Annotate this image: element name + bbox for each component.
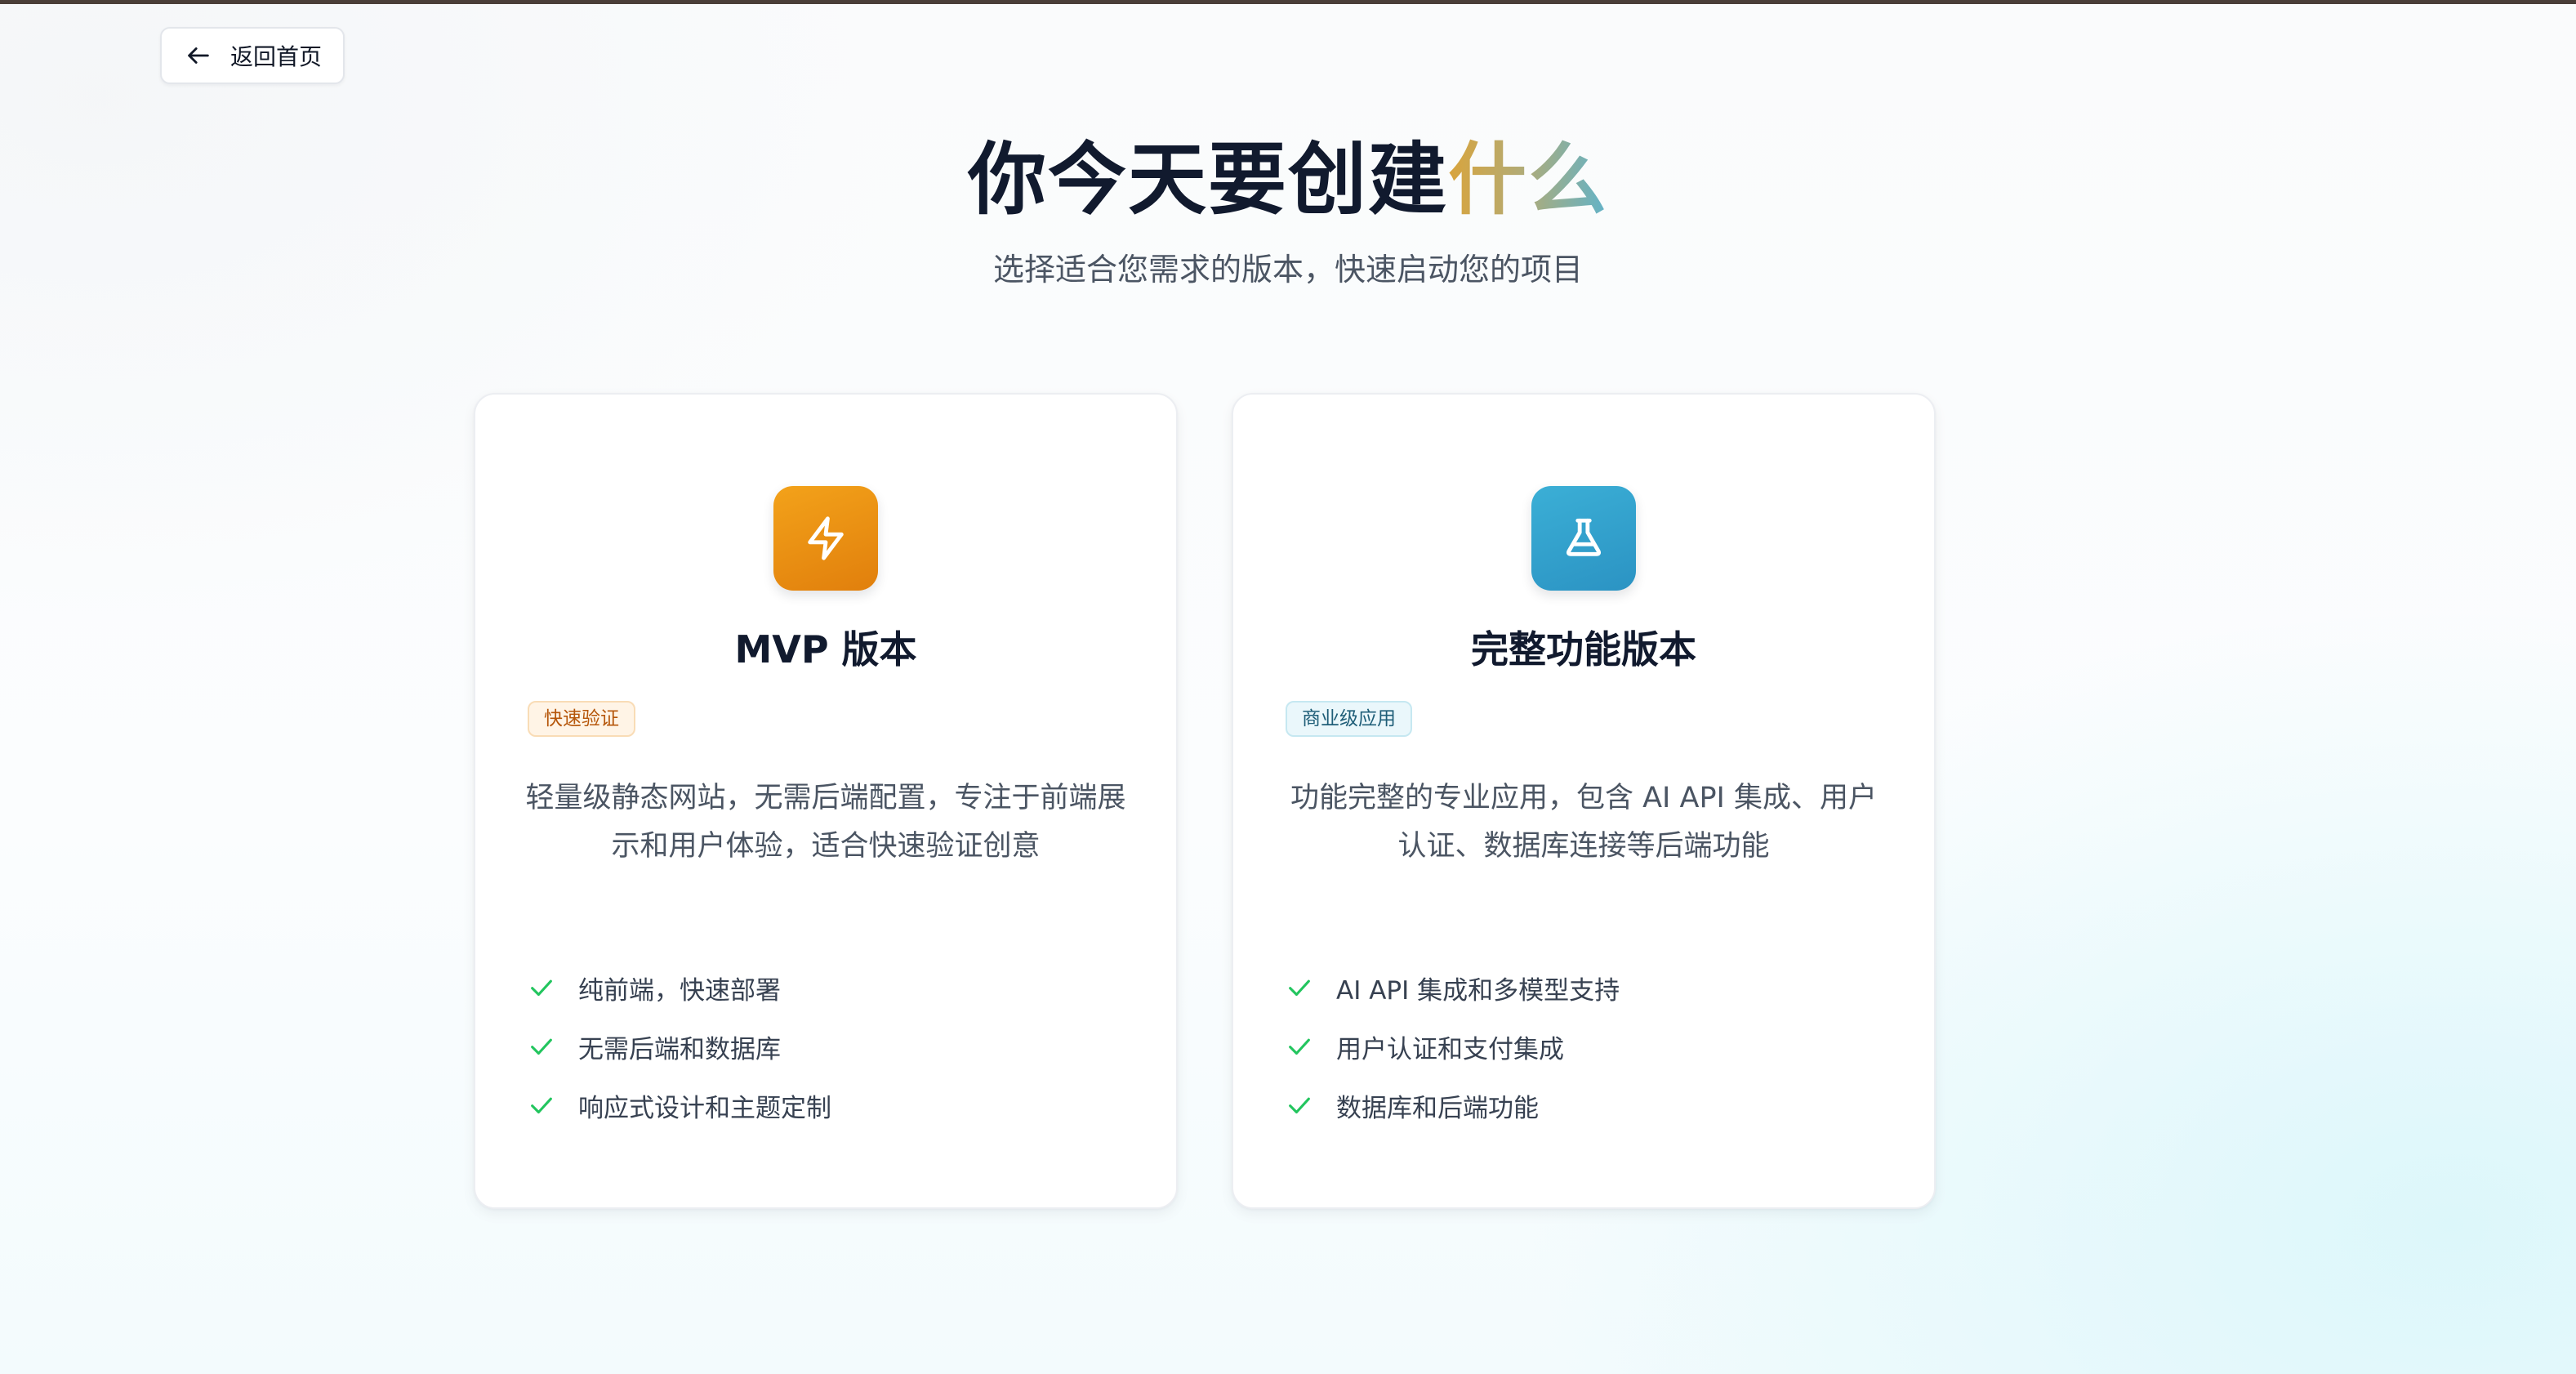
page-subtitle: 选择适合您需求的版本，快速启动您的项目 [992, 252, 1583, 288]
feature-item: 无需后端和数据库 [528, 1017, 1143, 1076]
back-to-home-button[interactable]: 返回首页 [160, 27, 345, 84]
feature-item: 数据库和后端功能 [1286, 1076, 1901, 1135]
check-icon [1289, 979, 1310, 997]
plan-badge: 商业级应用 [1286, 701, 1412, 737]
check-icon [531, 1038, 552, 1055]
feature-label: 响应式设计和主题定制 [578, 1093, 831, 1123]
lightning-bolt-icon [808, 516, 844, 560]
check-icon [1289, 1097, 1310, 1114]
arrow-left-icon [188, 47, 209, 64]
plan-icon-full [1531, 486, 1636, 591]
feature-label: 数据库和后端功能 [1336, 1093, 1539, 1123]
flask-icon [1566, 518, 1602, 556]
feature-item: 响应式设计和主题定制 [528, 1076, 1143, 1135]
feature-list: AI API 集成和多模型支持 用户认证和支付集成 数据库和后端功能 [1286, 958, 1901, 1135]
page-title-accent: 什么 [1448, 134, 1608, 225]
feature-item: AI API 集成和多模型支持 [1286, 958, 1901, 1017]
feature-item: 纯前端，快速部署 [528, 958, 1143, 1017]
page-title: 你今天要创建什么 [0, 123, 2576, 237]
plan-description: 轻量级静态网站，无需后端配置，专注于前端展示和用户体验，适合快速验证创意 [525, 782, 1126, 863]
check-icon [531, 979, 552, 997]
plan-card-full[interactable]: 完整功能版本 商业级应用 功能完整的专业应用，包含 AI API 集成、用户认证… [1232, 393, 1936, 1209]
check-icon [1289, 1038, 1310, 1055]
feature-label: AI API 集成和多模型支持 [1336, 975, 1620, 1006]
feature-list: 纯前端，快速部署 无需后端和数据库 响应式设计和主题定制 [528, 958, 1143, 1135]
plan-icon-mvp [773, 486, 878, 591]
feature-label: 用户认证和支付集成 [1336, 1034, 1564, 1064]
feature-label: 纯前端，快速部署 [578, 975, 781, 1006]
plan-description: 功能完整的专业应用，包含 AI API 集成、用户认证、数据库连接等后端功能 [1290, 782, 1877, 863]
plan-title: MVP 版本 [734, 627, 917, 671]
plan-card-mvp[interactable]: MVP 版本 快速验证 轻量级静态网站，无需后端配置，专注于前端展示和用户体验，… [474, 393, 1178, 1209]
back-button-label: 返回首页 [230, 43, 323, 70]
check-icon [531, 1097, 552, 1114]
feature-item: 用户认证和支付集成 [1286, 1017, 1901, 1076]
hero-section: 你今天要创建什么 选择适合您需求的版本，快速启动您的项目 [0, 123, 2576, 291]
plan-badge: 快速验证 [528, 701, 635, 737]
top-accent-bar [0, 0, 2576, 4]
plan-title: 完整功能版本 [1471, 627, 1696, 671]
page-title-main: 你今天要创建 [968, 134, 1448, 225]
feature-label: 无需后端和数据库 [578, 1034, 781, 1064]
